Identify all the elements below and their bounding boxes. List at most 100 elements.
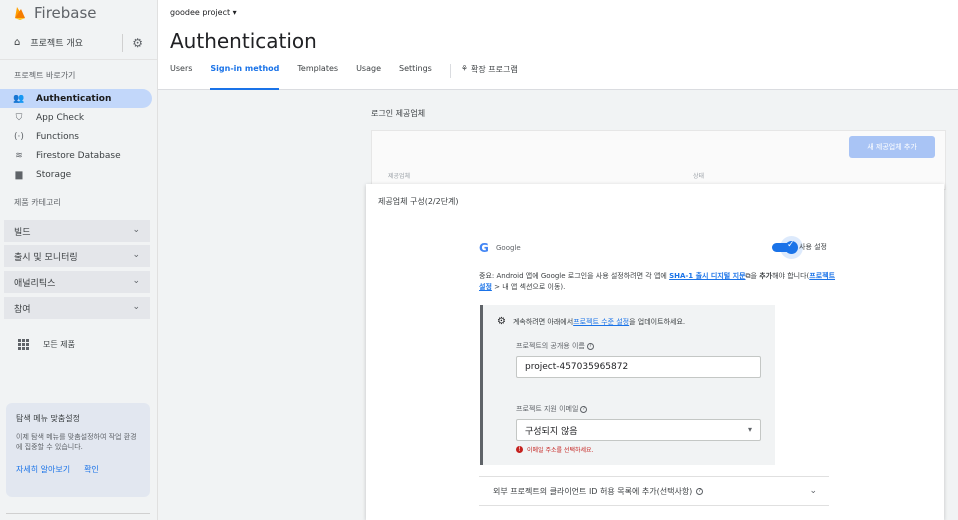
tab-usage[interactable]: Usage	[356, 64, 381, 90]
group-label: 출시 및 모니터링	[14, 252, 78, 263]
input-value: project-457035965872	[525, 362, 629, 372]
note-bold: 추가	[759, 272, 773, 280]
public-name-label: 프로젝트의 공개용 이름?	[516, 341, 594, 351]
home-icon: ⌂	[14, 37, 21, 48]
folder-icon: ▆	[15, 169, 23, 180]
sha1-note: 중요: Android 앱에 Google 로그인을 사용 설정하려면 각 앱에…	[479, 271, 839, 293]
note-text: 을	[750, 272, 760, 280]
brand[interactable]: Firebase	[0, 0, 157, 26]
email-error: ! 이메일 주소를 선택하세요.	[516, 445, 593, 454]
provider-config-dialog: 제공업체 구성(2/2단계) G Google 사용 설정 중요: Androi…	[366, 184, 944, 520]
gear-icon[interactable]: ⚙	[132, 36, 143, 50]
public-name-input[interactable]: project-457035965872	[516, 356, 761, 378]
tab-settings[interactable]: Settings	[399, 64, 432, 90]
tab-extensions[interactable]: ⚘ 확장 프로그램	[461, 64, 518, 90]
chevron-down-icon: ⌄	[809, 486, 817, 496]
sidebar-item-label: Firestore Database	[36, 150, 121, 161]
sidebar-item-label: Authentication	[36, 93, 112, 104]
sidebar: Firebase ⌂ 프로젝트 개요 ⚙ 프로젝트 바로가기 👥 Authent…	[0, 0, 158, 520]
col-provider-header: 제공업체	[388, 173, 411, 180]
support-email-label: 프로젝트 지원 이메일?	[516, 404, 588, 414]
firestore-icon: ≋	[15, 150, 23, 161]
chevron-down-icon: ⌄	[132, 250, 140, 260]
project-level-settings-link[interactable]: 프로젝트 수준 설정	[573, 317, 629, 327]
sidebar-item-label: Functions	[36, 131, 79, 142]
client-id-whitelist-accordion[interactable]: 외부 프로젝트의 클라이언트 ID 허용 목록에 추가(선택사항) ? ⌄	[479, 476, 829, 506]
sidebar-item-label: Storage	[36, 169, 72, 180]
google-logo-icon: G	[479, 241, 489, 255]
provider-name: Google	[496, 244, 521, 252]
tab-bar: Users Sign-in method Templates Usage Set…	[170, 64, 536, 90]
help-icon[interactable]: ?	[696, 487, 704, 495]
firebase-logo-icon	[15, 7, 25, 20]
help-icon[interactable]: ?	[586, 342, 594, 350]
sidebar-item-firestore[interactable]: ≋ Firestore Database	[0, 146, 157, 165]
all-products-label: 모든 제품	[43, 340, 75, 349]
sha1-link[interactable]: SHA-1 출시 디지털 지문	[669, 272, 745, 280]
select-value: 구성되지 않음	[525, 426, 578, 437]
project-overview[interactable]: ⌂ 프로젝트 개요 ⚙	[0, 26, 157, 60]
functions-icon: (·)	[14, 131, 24, 142]
sidebar-item-app-check[interactable]: ⛉ App Check	[0, 108, 157, 127]
page-header: goodee project ▾ Authentication Users Si…	[158, 0, 958, 90]
panel-heading-text: 을 업데이트하세요.	[629, 317, 686, 326]
chevron-down-icon: ⌄	[132, 302, 140, 312]
error-text: 이메일 주소를 선택하세요.	[527, 447, 594, 454]
divider	[122, 34, 123, 52]
promo-title: 탐색 메뉴 맞춤설정	[16, 414, 80, 423]
gear-icon: ⚙	[497, 316, 506, 327]
main-content: 로그인 제공업체 새 제공업체 추가 제공업체 상태 제공업체 구성(2/2단계…	[158, 91, 958, 520]
enable-label: 사용 설정	[799, 243, 827, 251]
brand-name: Firebase	[34, 4, 97, 22]
divider	[449, 64, 451, 78]
support-email-select[interactable]: 구성되지 않음 ▾	[516, 419, 761, 441]
sidebar-item-label: App Check	[36, 112, 85, 123]
panel-heading: ⚙ 계속하려면 아래에서 프로젝트 수준 설정 을 업데이트하세요.	[497, 316, 685, 327]
group-build[interactable]: 빌드 ⌄	[4, 220, 150, 242]
group-label: 참여	[14, 304, 31, 315]
providers-label: 로그인 제공업체	[371, 109, 426, 118]
chevron-down-icon: ⌄	[132, 276, 140, 286]
accordion-label: 외부 프로젝트의 클라이언트 ID 허용 목록에 추가(선택사항)	[493, 486, 693, 496]
caret-down-icon: ▾	[232, 8, 237, 17]
field-label-text: 프로젝트의 공개용 이름	[516, 342, 585, 350]
project-settings-panel: ⚙ 계속하려면 아래에서 프로젝트 수준 설정 을 업데이트하세요. 프로젝트의 …	[480, 305, 775, 465]
group-release-monitor[interactable]: 출시 및 모니터링 ⌄	[4, 245, 150, 267]
sidebar-item-authentication[interactable]: 👥 Authentication	[0, 89, 152, 108]
all-products-link[interactable]: 모든 제품	[18, 339, 75, 350]
project-name: goodee project	[170, 8, 231, 17]
sidebar-item-storage[interactable]: ▆ Storage	[0, 165, 157, 184]
promo-desc: 이제 탐색 메뉴를 맞춤설정하여 작업 환경에 집중할 수 있습니다.	[16, 433, 137, 451]
overview-label: 프로젝트 개요	[30, 39, 83, 49]
tab-templates[interactable]: Templates	[297, 64, 338, 90]
group-label: 빌드	[14, 227, 31, 238]
promo-card: 탐색 메뉴 맞춤설정 이제 탐색 메뉴를 맞춤설정하여 작업 환경에 집중할 수…	[6, 403, 150, 497]
extension-icon: ⚘	[460, 64, 468, 73]
learn-more-link[interactable]: 자세히 알아보기	[16, 464, 70, 475]
toggle-knob	[785, 240, 798, 254]
tab-sign-in-method[interactable]: Sign-in method	[210, 64, 279, 90]
apps-grid-icon	[18, 339, 29, 350]
tab-users[interactable]: Users	[170, 64, 192, 90]
enable-toggle[interactable]	[772, 240, 798, 254]
group-analytics[interactable]: 애널리틱스 ⌄	[4, 271, 150, 293]
add-provider-button[interactable]: 새 제공업체 추가	[849, 136, 935, 158]
people-icon: 👥	[13, 93, 25, 104]
panel-heading-text: 계속하려면 아래에서	[512, 317, 574, 326]
confirm-button[interactable]: 확인	[84, 464, 99, 475]
note-text: 해야 합니다(	[772, 272, 810, 280]
categories-label: 제품 카테고리	[14, 198, 61, 207]
help-icon[interactable]: ?	[580, 405, 588, 413]
col-status-header: 상태	[693, 173, 705, 180]
caret-down-icon: ▾	[747, 425, 752, 434]
shortcuts-label: 프로젝트 바로가기	[14, 71, 76, 80]
page-title: Authentication	[170, 29, 317, 53]
chevron-down-icon: ⌄	[132, 225, 140, 235]
sidebar-item-functions[interactable]: (·) Functions	[0, 127, 157, 146]
shield-check-icon: ⛉	[15, 112, 23, 123]
config-heading: 제공업체 구성(2/2단계)	[378, 197, 459, 206]
project-selector[interactable]: goodee project ▾	[170, 8, 237, 17]
note-text: 중요: Android 앱에 Google 로그인을 사용 설정하려면 각 앱에	[479, 272, 670, 280]
group-engage[interactable]: 참여 ⌄	[4, 297, 150, 319]
field-label-text: 프로젝트 지원 이메일	[516, 405, 579, 413]
